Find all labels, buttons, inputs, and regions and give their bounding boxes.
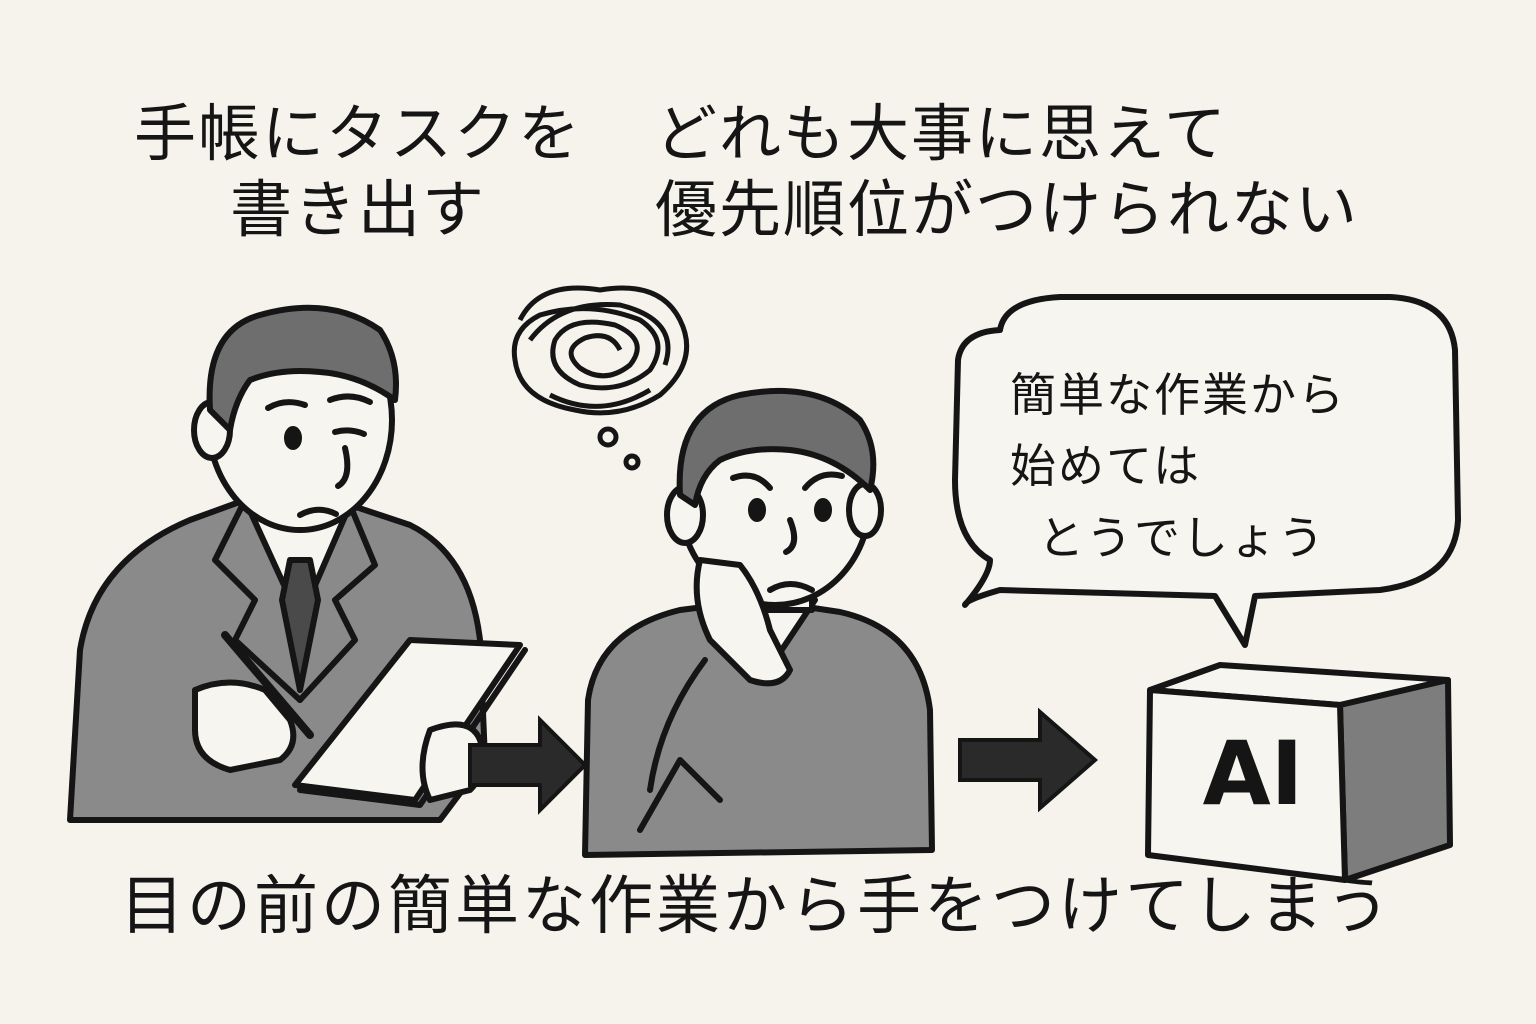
- speech-bubble-line2: 始めては: [1010, 439, 1202, 494]
- ai-cube-label: AI: [1202, 722, 1304, 825]
- ai-cube-side: [1337, 677, 1453, 883]
- speech-bubble-line3: とうでしょう: [1038, 510, 1326, 565]
- right-arrow-icon: [958, 707, 1099, 813]
- confused-scribble-icon: [511, 285, 690, 471]
- man-writing-figure: [67, 304, 528, 823]
- speech-bubble-line1: 簡単な作業から: [1010, 368, 1346, 422]
- speech-bubble-text: 簡単な作業から 始めては とうでしょう: [1010, 360, 1430, 574]
- bottom-caption: 目の前の簡単な作業から手をつけてしまう: [120, 870, 1393, 944]
- illustration-canvas: 手帳にタスクを 書き出す どれも大事に思えて 優先順位がつけられない 簡単な作業…: [0, 0, 1536, 1024]
- right-arrow-icon: [468, 715, 588, 815]
